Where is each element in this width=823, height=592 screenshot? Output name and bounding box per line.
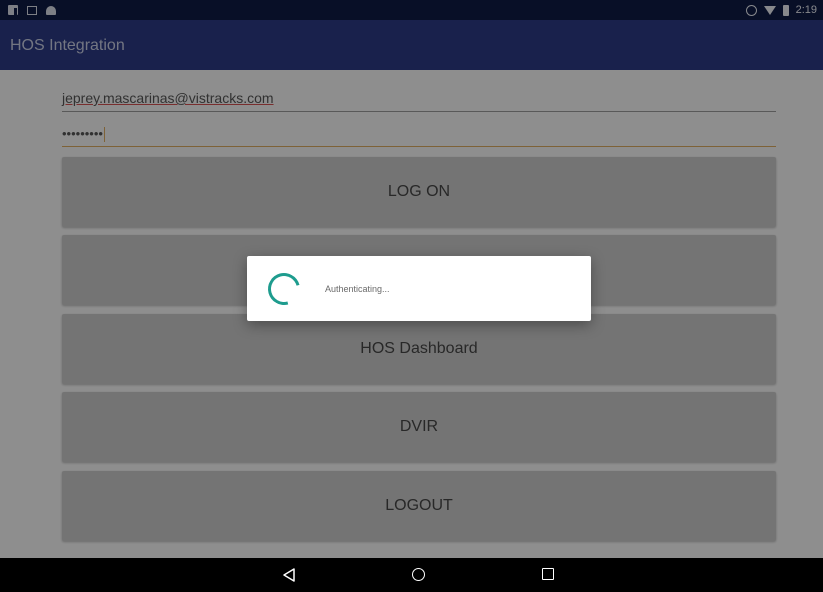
authenticating-dialog: Authenticating... bbox=[247, 256, 591, 321]
home-icon[interactable] bbox=[412, 568, 425, 581]
dialog-message: Authenticating... bbox=[325, 284, 390, 294]
recent-apps-icon[interactable] bbox=[542, 568, 554, 580]
navigation-bar bbox=[0, 558, 823, 592]
back-icon[interactable] bbox=[282, 568, 296, 582]
loading-spinner-icon bbox=[262, 267, 306, 311]
